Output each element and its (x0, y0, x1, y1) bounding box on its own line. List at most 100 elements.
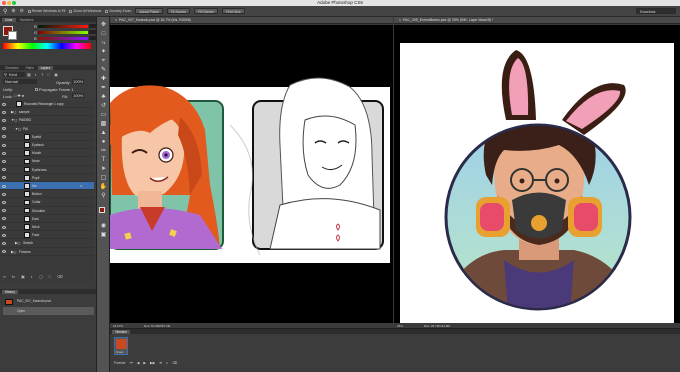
tab-color[interactable]: Color (2, 17, 16, 22)
play-icon[interactable]: ▶ (143, 361, 146, 365)
tab-timeline[interactable]: Timeline (112, 329, 130, 334)
crop-tool-icon[interactable]: ⌖ (99, 57, 108, 65)
visibility-eye-icon[interactable] (2, 176, 6, 180)
zoom-window-button[interactable] (12, 1, 16, 5)
visibility-eye-icon[interactable] (2, 209, 6, 213)
visibility-eye-icon[interactable] (2, 200, 6, 204)
pixel-filter-icon[interactable]: ▦ (27, 72, 31, 77)
pen-tool-icon[interactable]: ✑ (99, 147, 108, 155)
add-mask-icon[interactable]: ▣ (21, 274, 25, 279)
delete-frame-icon[interactable]: ⌫ (172, 361, 177, 365)
visibility-eye-icon[interactable] (2, 151, 6, 155)
canvas-right[interactable] (394, 25, 680, 323)
green-value[interactable] (89, 30, 96, 34)
first-frame-icon[interactable]: ⏮ (130, 361, 133, 365)
visibility-eye-icon[interactable] (2, 127, 6, 131)
tab-paths[interactable]: Paths (22, 66, 36, 71)
red-slider[interactable] (38, 25, 88, 28)
quick-select-tool-icon[interactable]: ✦ (99, 48, 108, 56)
workspace-select[interactable]: Essentials (636, 8, 676, 14)
close-tab-icon[interactable]: × (399, 18, 401, 22)
zoom-out-icon[interactable]: ⊖ (20, 8, 24, 14)
timeline-frame[interactable]: 0 sec. (114, 337, 128, 355)
screen-mode-icon[interactable]: ▣ (99, 231, 108, 239)
tab-channels[interactable]: Channels (2, 66, 21, 71)
adjustment-filter-icon[interactable]: ◐ (35, 72, 37, 77)
tab-history[interactable]: History (2, 289, 18, 294)
green-slider[interactable] (38, 31, 88, 34)
fx-icon[interactable]: fx (12, 274, 15, 279)
tool-foreground-swatch[interactable] (99, 207, 105, 213)
type-tool-icon[interactable]: T (99, 156, 108, 164)
prev-frame-icon[interactable]: ◀ (137, 361, 140, 365)
zoom-tool-icon[interactable]: ⚲ (3, 8, 7, 15)
layer-row[interactable]: Face (0, 231, 94, 240)
kind-filter-select[interactable]: ⚲ Kind (3, 72, 25, 77)
dodge-tool-icon[interactable]: ● (99, 138, 108, 146)
minimize-window-button[interactable] (7, 1, 11, 5)
link-layers-icon[interactable]: ∞ (3, 274, 6, 279)
close-tab-icon[interactable]: × (115, 18, 117, 22)
healing-tool-icon[interactable]: ✚ (99, 75, 108, 83)
eraser-tool-icon[interactable]: ▭ (99, 111, 108, 119)
history-step[interactable]: Open (3, 307, 94, 315)
fill-screen-button[interactable]: Fill Screen (194, 8, 219, 14)
visibility-eye-icon[interactable] (2, 135, 6, 139)
brush-tool-icon[interactable]: ✒ (99, 84, 108, 92)
propagate-frame-checkbox[interactable]: Propagate Frame 1 (35, 87, 73, 92)
blend-mode-select[interactable]: Normal (3, 79, 37, 84)
layer-row[interactable]: Shoulder (0, 207, 94, 215)
layer-row[interactable]: Pupil (0, 174, 94, 182)
layer-row[interactable]: Eyebrows (0, 166, 94, 174)
quick-mask-icon[interactable]: ◉ (99, 222, 108, 230)
fit-screen-button[interactable]: Fit Screen (166, 8, 191, 14)
history-snapshot[interactable]: PAC_007_Kwando.psd (3, 297, 94, 306)
trash-icon[interactable]: ⌫ (57, 274, 63, 279)
visibility-eye-icon[interactable] (2, 143, 6, 147)
move-tool-icon[interactable]: ✥ (99, 21, 108, 29)
path-select-tool-icon[interactable]: ➤ (99, 165, 108, 173)
visibility-eye-icon[interactable] (2, 110, 6, 114)
visibility-eye-icon[interactable] (2, 241, 6, 245)
visibility-eye-icon[interactable] (2, 225, 6, 229)
canvas-left[interactable] (109, 25, 393, 323)
new-group-icon[interactable]: ◻ (39, 274, 42, 279)
doc-tab-right[interactable]: × PAC_005_ErnestBanes.psd @ 25% (INK, Lay… (394, 17, 680, 24)
visibility-eye-icon[interactable] (2, 233, 6, 237)
visibility-eye-icon[interactable] (2, 217, 6, 221)
scrubby-zoom-checkbox[interactable]: Scrubby Zoom (105, 9, 131, 13)
background-color-swatch[interactable] (8, 31, 17, 40)
layer-row[interactable]: Button (0, 190, 94, 199)
visibility-eye-icon[interactable] (2, 118, 6, 122)
tween-icon[interactable]: ≋ (159, 361, 162, 365)
actual-pixels-button[interactable]: Actual Pixels (135, 8, 163, 14)
layer-group-row[interactable]: ▼◻ PAIDBG (0, 116, 94, 125)
tab-layers[interactable]: Layers (37, 65, 54, 70)
layer-row[interactable]: Eyelash (0, 141, 94, 150)
visibility-eye-icon[interactable] (2, 159, 6, 163)
layer-group-row[interactable]: ▶◻ Sketch (0, 239, 94, 248)
eyedropper-tool-icon[interactable]: ✎ (99, 66, 108, 74)
layer-group-row[interactable]: ▶◻ sample (0, 108, 94, 117)
layer-row-selected[interactable]: Iris ∞ (0, 182, 94, 191)
lock-icons[interactable]: □✚● (14, 93, 25, 98)
layer-row[interactable]: Eyelid (0, 133, 94, 141)
smart-filter-icon[interactable]: ▣ (54, 72, 58, 77)
next-frame-icon[interactable]: ▶▶ (150, 361, 155, 365)
zoom-in-icon[interactable]: ⊕ (11, 8, 15, 14)
layer-row[interactable]: Rounded Rectangle 1 copy (0, 100, 94, 109)
adjustment-icon[interactable]: ◐ (31, 274, 33, 279)
visibility-eye-icon[interactable] (2, 168, 6, 172)
layer-row[interactable]: Neck (0, 223, 94, 232)
layer-row[interactable]: Mouth (0, 149, 94, 158)
layer-row[interactable]: Collar (0, 198, 94, 207)
shape-tool-icon[interactable]: ▢ (99, 174, 108, 182)
print-size-button[interactable]: Print Size (222, 8, 245, 14)
loop-select[interactable]: Forever (114, 361, 126, 365)
close-window-button[interactable] (2, 1, 6, 5)
marquee-tool-icon[interactable]: □ (99, 30, 108, 38)
visibility-eye-icon[interactable] (2, 250, 6, 254)
blue-slider[interactable] (38, 37, 88, 40)
zoom-all-windows-checkbox[interactable]: Zoom All Windows (69, 9, 101, 13)
frame-delay[interactable]: 0 sec. (116, 350, 124, 354)
